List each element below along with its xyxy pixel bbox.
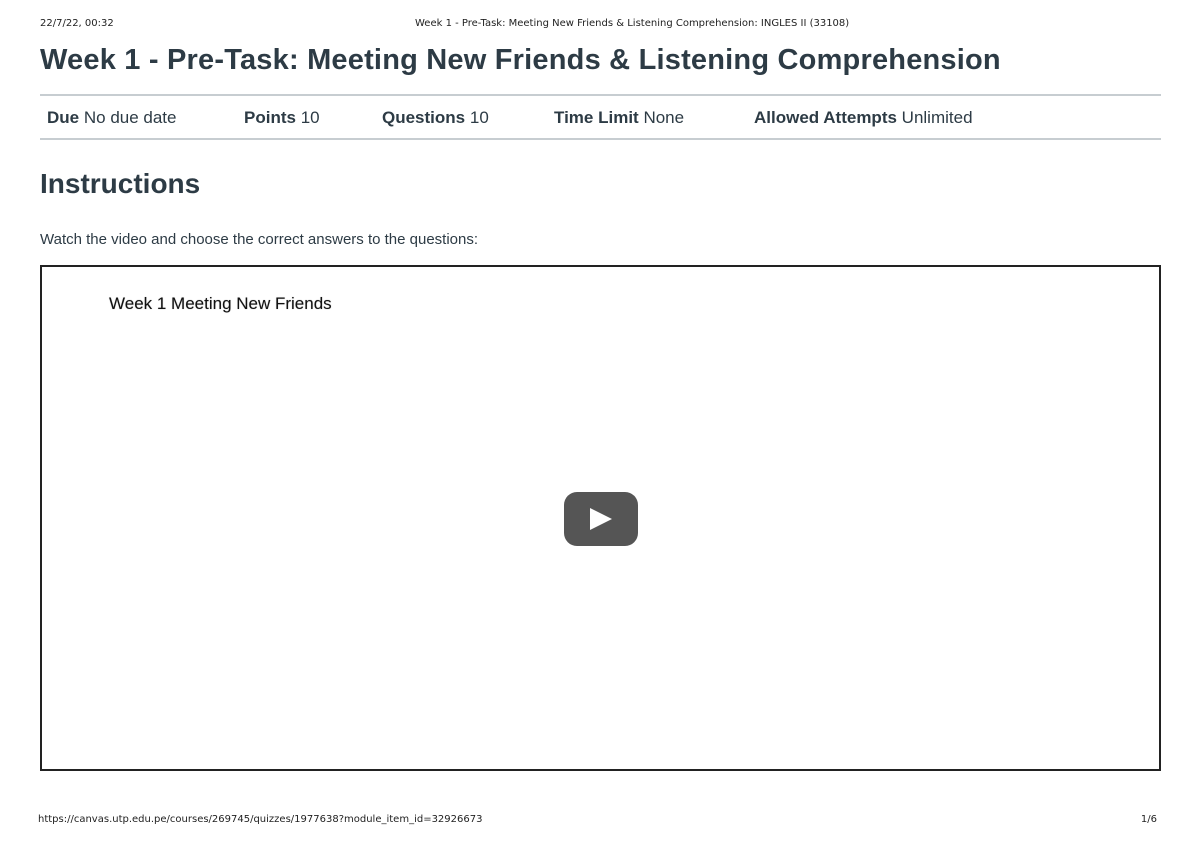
quiz-details-bar: Due No due date Points 10 Questions 10 T… [40,94,1161,140]
detail-due-value: No due date [83,108,177,127]
detail-time-limit-value: None [643,108,685,127]
detail-due: Due No due date [47,108,177,128]
detail-points-value: 10 [300,108,320,127]
detail-questions: Questions 10 [382,108,489,128]
detail-due-label: Due [47,108,80,127]
print-document-title: Week 1 - Pre-Task: Meeting New Friends &… [415,18,850,29]
detail-allowed-attempts-label: Allowed Attempts [754,108,897,127]
video-embed[interactable]: Week 1 Meeting New Friends [40,265,1161,771]
page-number: 1/6 [1140,814,1157,825]
detail-time-limit-label: Time Limit [554,108,639,127]
play-button[interactable] [564,492,638,546]
page-title: Week 1 - Pre-Task: Meeting New Friends &… [40,44,1001,76]
instructions-text: Watch the video and choose the correct a… [40,231,479,248]
detail-allowed-attempts-value: Unlimited [901,108,973,127]
print-footer: https://canvas.utp.edu.pe/courses/269745… [38,814,1160,828]
detail-time-limit: Time Limit None [554,108,684,128]
print-date: 22/7/22, 00:32 [40,18,114,29]
detail-allowed-attempts: Allowed Attempts Unlimited [754,108,973,128]
instructions-heading: Instructions [40,168,201,199]
detail-points: Points 10 [244,108,320,128]
play-icon [590,508,612,530]
detail-points-label: Points [244,108,296,127]
detail-questions-value: 10 [469,108,489,127]
page-url: https://canvas.utp.edu.pe/courses/269745… [38,814,483,825]
detail-questions-label: Questions [382,108,466,127]
print-header: 22/7/22, 00:32 Week 1 - Pre-Task: Meetin… [40,18,1160,34]
video-title[interactable]: Week 1 Meeting New Friends [109,294,332,314]
